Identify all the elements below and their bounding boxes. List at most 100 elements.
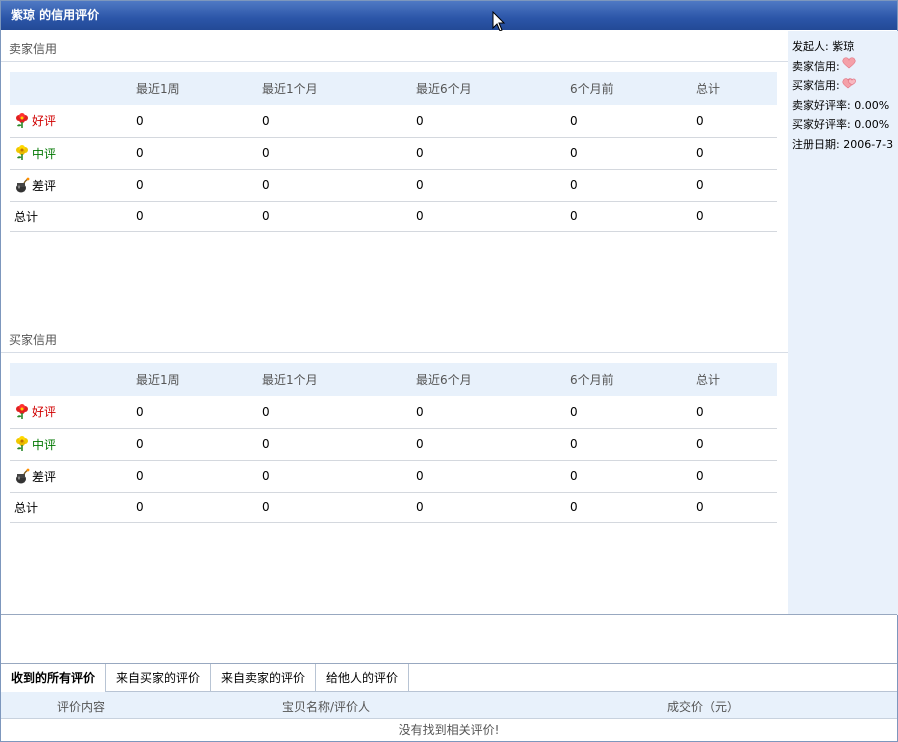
buyer-credit-row: 买家信用:: [792, 76, 898, 96]
seller-section-title: 卖家信用: [9, 42, 58, 56]
cell: 0: [262, 105, 416, 138]
seller-credit-table: 最近1周 最近1个月 最近6个月 6个月前 总计 好评 0 0 0 0 0 中评: [10, 72, 777, 232]
header-6months: 最近6个月: [416, 72, 570, 105]
cell: 0: [570, 201, 696, 232]
row-label-total: 总计: [14, 209, 39, 224]
col-review-content: 评价内容: [57, 700, 106, 714]
tabs-filler: [409, 664, 897, 692]
cell: 0: [696, 428, 777, 461]
cell: 0: [262, 137, 416, 170]
buyer-rate-text: 买家好评率: 0.00%: [792, 118, 890, 131]
mouse-cursor-icon: [492, 11, 506, 32]
table-row: 中评 0 0 0 0 0: [10, 428, 777, 461]
cell: 0: [262, 460, 416, 493]
cell: 0: [136, 492, 262, 523]
cell: 0: [136, 201, 262, 232]
buyer-credit-label: 买家信用:: [792, 79, 840, 92]
buyer-credit-table: 最近1周 最近1个月 最近6个月 6个月前 总计 好评 0 0 0 0 0 中评: [10, 363, 777, 523]
row-label-good: 好评: [32, 114, 57, 129]
cell: 0: [262, 201, 416, 232]
cell: 0: [570, 492, 696, 523]
row-label-bad: 差评: [32, 178, 57, 193]
cell: 0: [416, 460, 570, 493]
header-total: 总计: [696, 72, 777, 105]
register-date-text: 注册日期: 2006-7-3: [792, 137, 894, 151]
table-row: 差评 0 0 0 0 0: [10, 460, 777, 493]
flower-red-icon: [16, 403, 28, 419]
flower-red-icon: [16, 112, 28, 128]
cell: 0: [696, 460, 777, 493]
row-label-bad: 差评: [32, 469, 57, 484]
row-label-neutral: 中评: [32, 437, 57, 452]
cell: 0: [570, 137, 696, 170]
review-tabs: 收到的所有评价 来自买家的评价 来自卖家的评价 给他人的评价: [1, 663, 897, 692]
cell: 0: [570, 428, 696, 461]
cell: 0: [416, 201, 570, 232]
tab-from-sellers[interactable]: 来自卖家的评价: [211, 664, 317, 692]
credit-main: 卖家信用 最近1周 最近1个月 最近6个月 6个月前 总计 好评 0 0 0 0…: [1, 31, 788, 615]
cell: 0: [696, 169, 777, 202]
cell: 0: [416, 492, 570, 523]
cell: 0: [416, 169, 570, 202]
empty-message: 没有找到相关评价!: [398, 723, 500, 737]
col-price: 成交价（元）: [667, 700, 740, 714]
divider: [1, 61, 788, 62]
cell: 0: [262, 492, 416, 523]
review-list-header: 评价内容 宝贝名称/评价人 成交价（元）: [1, 692, 897, 719]
cell: 0: [416, 105, 570, 138]
cell: 0: [262, 396, 416, 429]
tab-from-buyers[interactable]: 来自买家的评价: [106, 664, 212, 692]
divider: [1, 614, 897, 615]
cell: 0: [696, 201, 777, 232]
cell: 0: [570, 105, 696, 138]
cell: 0: [570, 460, 696, 493]
cell: 0: [570, 169, 696, 202]
divider: [1, 352, 788, 353]
tab-all-reviews[interactable]: 收到的所有评价: [1, 664, 107, 692]
cell: 0: [696, 137, 777, 170]
heart-icon: [842, 57, 856, 69]
cell: 0: [416, 428, 570, 461]
header-month: 最近1个月: [262, 72, 416, 105]
header-week: 最近1周: [136, 363, 262, 396]
header-week: 最近1周: [136, 72, 262, 105]
table-header-row: 最近1周 最近1个月 最近6个月 6个月前 总计: [10, 363, 777, 396]
table-row: 好评 0 0 0 0 0: [10, 105, 777, 138]
header-month: 最近1个月: [262, 363, 416, 396]
initiator-text: 发起人: 紫琼: [792, 40, 855, 53]
cell: 0: [136, 137, 262, 170]
table-row-total: 总计 0 0 0 0 0: [10, 201, 777, 232]
table-row: 好评 0 0 0 0 0: [10, 396, 777, 429]
table-header-row: 最近1周 最近1个月 最近6个月 6个月前 总计: [10, 72, 777, 105]
header-blank: [10, 72, 136, 105]
bomb-icon: [16, 177, 30, 193]
cell: 0: [696, 492, 777, 523]
header-before-6months: 6个月前: [570, 72, 696, 105]
header-total: 总计: [696, 363, 777, 396]
cell: 0: [262, 428, 416, 461]
profile-panel: 发起人: 紫琼 卖家信用: 买家信用: 卖家好评率: 0.00% 买家好评率: …: [788, 31, 898, 615]
cell: 0: [136, 428, 262, 461]
seller-rate-text: 卖家好评率: 0.00%: [792, 98, 890, 112]
seller-credit-label: 卖家信用:: [792, 59, 840, 73]
cell: 0: [136, 105, 262, 138]
cell: 0: [416, 396, 570, 429]
col-item-reviewer: 宝贝名称/评价人: [282, 700, 371, 714]
header-6months: 最近6个月: [416, 363, 570, 396]
credit-window: 紫琼 的信用评价 卖家信用 最近1周 最近1个月 最近6个月 6个月前 总计 好…: [0, 0, 898, 742]
bomb-icon: [16, 468, 30, 484]
cell: 0: [416, 137, 570, 170]
cell: 0: [136, 460, 262, 493]
cell: 0: [570, 396, 696, 429]
cell: 0: [136, 169, 262, 202]
cell: 0: [696, 396, 777, 429]
header-blank: [10, 363, 136, 396]
seller-credit-row: 卖家信用:: [792, 57, 898, 77]
buyer-section-title: 买家信用: [9, 333, 58, 347]
table-row: 差评 0 0 0 0 0: [10, 169, 777, 202]
row-label-total: 总计: [14, 500, 39, 515]
double-heart-icon: [842, 78, 856, 89]
cell: 0: [262, 169, 416, 202]
row-label-neutral: 中评: [32, 146, 57, 161]
tab-given-to-others[interactable]: 给他人的评价: [316, 664, 410, 692]
